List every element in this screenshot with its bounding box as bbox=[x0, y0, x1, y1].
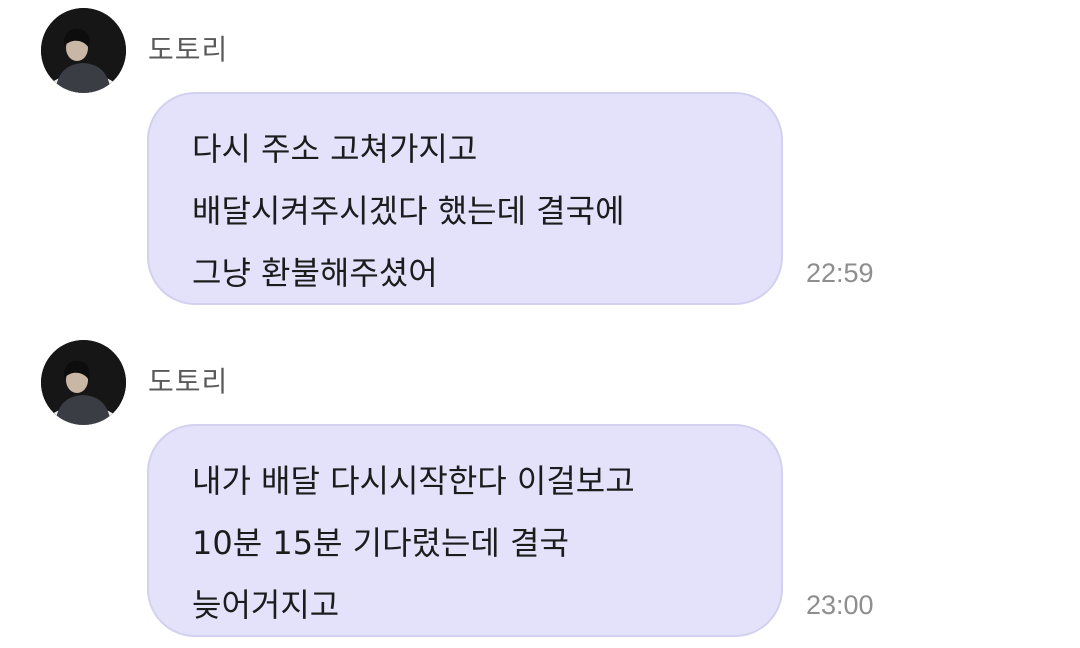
message-bubble[interactable]: 내가 배달 다시시작한다 이걸보고 10분 15분 기다렸는데 결국 늦어거지고 bbox=[147, 424, 783, 637]
chat-thread: 도토리 다시 주소 고쳐가지고 배달시켜주시겠다 했는데 결국에 그냥 환불해주… bbox=[0, 0, 1080, 648]
avatar[interactable] bbox=[41, 340, 126, 425]
avatar-photo bbox=[41, 8, 126, 93]
message-timestamp: 23:00 bbox=[806, 590, 874, 620]
message-line: 10분 15분 기다렸는데 결국 bbox=[192, 524, 569, 562]
avatar[interactable] bbox=[41, 8, 126, 93]
message-line: 다시 주소 고쳐가지고 bbox=[192, 130, 478, 168]
sender-name: 도토리 bbox=[148, 33, 229, 66]
message-line: 내가 배달 다시시작한다 이걸보고 bbox=[192, 462, 635, 500]
message-line: 배달시켜주시겠다 했는데 결국에 bbox=[192, 192, 625, 230]
sender-name: 도토리 bbox=[148, 365, 229, 398]
message-timestamp: 22:59 bbox=[806, 258, 874, 288]
avatar-photo bbox=[41, 340, 126, 425]
message-line: 그냥 환불해주셨어 bbox=[192, 254, 438, 292]
message-line: 늦어거지고 bbox=[192, 586, 340, 624]
message-bubble[interactable]: 다시 주소 고쳐가지고 배달시켜주시겠다 했는데 결국에 그냥 환불해주셨어 bbox=[147, 92, 783, 305]
